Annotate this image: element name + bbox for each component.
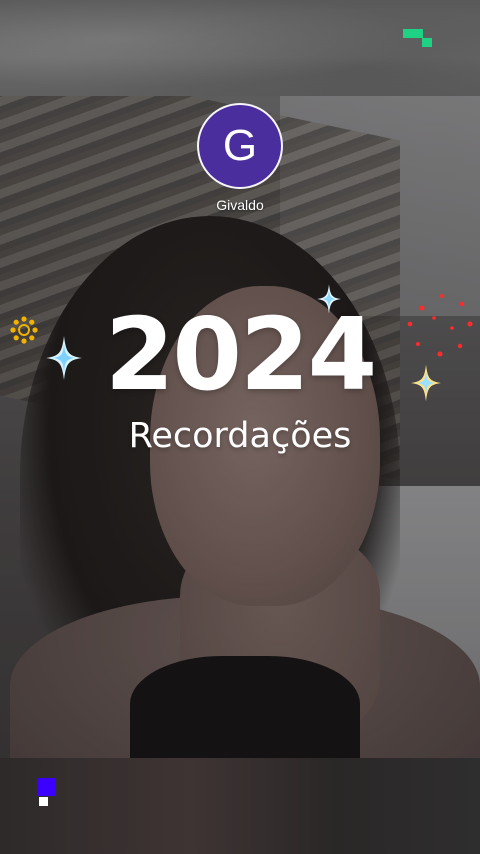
blurred-background-top — [0, 0, 480, 96]
sparkle-icon — [317, 284, 341, 314]
glitch-square-icon — [422, 38, 432, 47]
blurred-background-bottom — [0, 758, 480, 854]
profile-name: Givaldo — [216, 197, 264, 213]
avatar[interactable]: G — [197, 103, 283, 189]
year-title: 2024 — [104, 296, 377, 413]
glitch-square-icon — [403, 29, 423, 38]
memories-subtitle: Recordações — [128, 416, 352, 456]
glitch-square-icon — [37, 778, 55, 796]
avatar-initial: G — [222, 121, 258, 170]
glitch-square-icon — [39, 797, 48, 806]
red-confetti-icon — [407, 294, 473, 357]
gold-ring-icon — [10, 316, 38, 344]
sparkle-icon — [411, 364, 441, 402]
sparkle-icon — [46, 336, 82, 380]
